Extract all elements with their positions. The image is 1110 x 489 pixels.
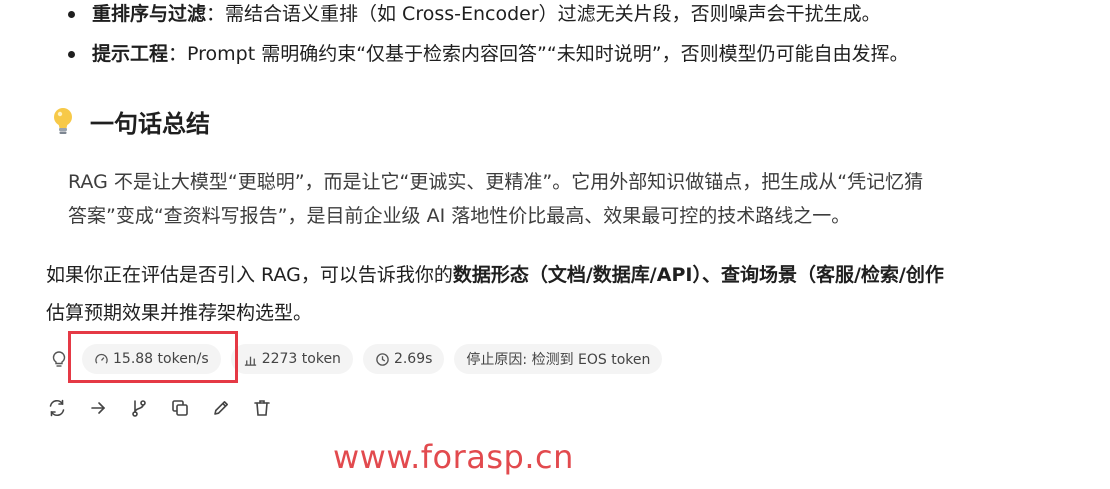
bullet-dot [68, 11, 75, 18]
closing-bold: 数据形态（文档/数据库/API）、查询场景（客服/检索/创作 [452, 264, 944, 286]
message-actions [46, 397, 292, 419]
closing-paragraph: 如果你正在评估是否引入 RAG，可以告诉我你的数据形态（文档/数据库/API）、… [46, 256, 1110, 332]
quote-line: 答案”变成“查资料写报告”，是目前企业级 AI 落地性价比最高、效果最可控的技术… [68, 205, 851, 227]
token-count-chip: 2273 token [230, 344, 353, 374]
bullet-text: 重排序与过滤：需结合语义重排（如 Cross-Encoder）过滤无关片段，否则… [92, 0, 881, 28]
closing-prefix: 如果你正在评估是否引入 RAG，可以告诉我你的 [46, 264, 453, 286]
watermark-text: www.forasp.cn [333, 438, 574, 476]
bullet-text: 提示工程：Prompt 需明确约束“仅基于检索内容回答”“未知时说明”，否则模型… [92, 40, 909, 68]
page-heading: 一句话总结 [90, 109, 210, 138]
time-value: 2.69s [393, 351, 433, 367]
lightbulb-outline-icon[interactable] [50, 350, 68, 368]
bullet-list: 重排序与过滤：需结合语义重排（如 Cross-Encoder）过滤无关片段，否则… [68, 0, 1108, 65]
branch-button[interactable] [128, 397, 150, 419]
bullet-dot [68, 51, 75, 58]
bullet-desc: ：需结合语义重排（如 Cross-Encoder）过滤无关片段，否则噪声会干扰生… [206, 3, 881, 25]
copy-button[interactable] [169, 397, 191, 419]
edit-pencil-icon [214, 401, 228, 415]
quote-line: RAG 不是让大模型“更聪明”，而是让它“更诚实、更精准”。它用外部知识做锚点，… [68, 171, 924, 193]
bullet-desc: ：Prompt 需明确约束“仅基于检索内容回答”“未知时说明”，否则模型仍可能自… [168, 43, 909, 65]
regenerate-icon [49, 399, 65, 417]
speed-value: 15.88 token/s [113, 351, 209, 367]
speed-chip: 15.88 token/s [82, 344, 221, 374]
continue-arrow-icon [91, 402, 106, 414]
edit-button[interactable] [210, 397, 232, 419]
summary-quote: RAG 不是让大模型“更聪明”，而是让它“更诚实、更精准”。它用外部知识做锚点，… [68, 165, 1088, 233]
copy-icon [172, 400, 188, 416]
bullet-bold-term: 重排序与过滤 [92, 3, 207, 25]
summary-heading: 一句话总结 [50, 104, 210, 138]
delete-trash-icon [254, 400, 270, 416]
closing-line: 估算预期效果并推荐架构选型。 [46, 302, 313, 324]
generation-metrics: 15.88 token/s 2273 token 2.69s 停止原因: 检测到… [50, 343, 672, 375]
stop-reason-chip: 停止原因: 检测到 EOS token [454, 344, 663, 374]
token-count-value: 2273 token [261, 351, 341, 367]
clock-icon [376, 352, 389, 366]
regenerate-button[interactable] [46, 397, 68, 419]
gauge-icon [95, 353, 108, 364]
time-chip: 2.69s [362, 344, 445, 374]
bullet-item: 提示工程：Prompt 需明确约束“仅基于检索内容回答”“未知时说明”，否则模型… [68, 40, 1108, 68]
lightbulb-icon [54, 108, 72, 134]
branch-icon [132, 400, 146, 417]
token-count-icon [244, 356, 256, 366]
delete-button[interactable] [251, 397, 273, 419]
bullet-item: 重排序与过滤：需结合语义重排（如 Cross-Encoder）过滤无关片段，否则… [68, 0, 1108, 28]
continue-button[interactable] [87, 397, 109, 419]
bullet-bold-term: 提示工程 [92, 43, 169, 65]
stop-reason-value: 停止原因: 检测到 EOS token [466, 352, 651, 368]
closing-line: 如果你正在评估是否引入 RAG，可以告诉我你的数据形态（文档/数据库/API）、… [46, 256, 1110, 294]
